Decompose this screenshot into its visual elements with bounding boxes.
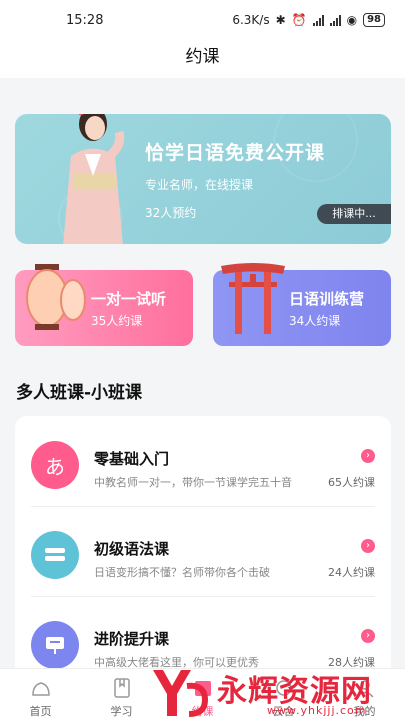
tab-label: 首页 — [29, 705, 52, 718]
bookmark-icon — [113, 678, 130, 698]
course-item[interactable]: 初级语法课 日语变形搞不懂？名师带你各个击破 › 24人约课 — [15, 514, 391, 604]
battery-icon: 98 — [363, 13, 385, 27]
card-count: 35人约课 — [91, 314, 143, 328]
section-title: 多人班课-小班课 — [16, 383, 143, 403]
tab-study[interactable]: 学习 — [81, 669, 162, 720]
book-icon — [31, 531, 79, 579]
course-description: 日语变形搞不懂？名师带你各个击破 — [94, 566, 270, 579]
chevron-right-icon[interactable]: › — [361, 629, 375, 643]
course-count: 65人约课 — [328, 476, 375, 489]
bottom-tab-bar: 首页 学习 约课 云合 我的 — [0, 668, 405, 720]
tab-label: 我的 — [353, 705, 376, 718]
japanese-training-camp-card[interactable]: 日语训练营 34人约课 — [213, 263, 391, 346]
card-count: 34人约课 — [289, 314, 341, 328]
divider — [31, 596, 375, 597]
course-name: 零基础入门 — [94, 450, 170, 468]
banner-title: 恰学日语免费公开课 — [145, 142, 326, 164]
chevron-right-icon[interactable]: › — [361, 449, 375, 463]
status-bar: 15:28 6.3K/s ✱ ⏰ ◉ 98 — [0, 0, 405, 40]
course-description: 中教名师一对一，带你一节课学完五十音 — [94, 476, 292, 489]
course-list: あ 零基础入门 中教名师一对一，带你一节课学完五十音 › 65人约课 初级语法课… — [15, 416, 391, 706]
page-title: 约课 — [0, 40, 405, 78]
lantern-icon — [26, 264, 86, 330]
bluetooth-icon: ✱ — [275, 13, 286, 27]
one-on-one-trial-card[interactable]: 一对一试听 35人约课 — [15, 264, 193, 346]
tab-label: 约课 — [191, 705, 214, 718]
network-speed: 6.3K/s — [232, 13, 270, 27]
course-name: 初级语法课 — [94, 540, 170, 558]
tab-booking[interactable]: 约课 — [162, 669, 243, 720]
kimono-girl-illustration — [63, 114, 125, 244]
banner-subtitle: 专业名师，在线授课 — [145, 178, 254, 192]
presentation-board-icon — [31, 621, 79, 669]
status-time: 15:28 — [66, 12, 104, 28]
wifi-icon: ◉ — [346, 13, 358, 27]
home-icon — [31, 682, 50, 696]
divider — [31, 506, 375, 507]
card-title: 一对一试听 — [91, 290, 167, 308]
chevron-right-icon[interactable]: › — [361, 539, 375, 553]
card-title: 日语训练营 — [289, 290, 365, 308]
schedule-status-badge: 排课中... — [317, 204, 391, 224]
tab-label: 学习 — [110, 705, 133, 718]
course-name: 进阶提升课 — [94, 630, 170, 648]
torii-gate-icon — [221, 263, 285, 334]
tab-cloud[interactable]: 云合 — [243, 669, 324, 720]
user-icon — [355, 680, 374, 698]
course-item[interactable]: あ 零基础入门 中教名师一对一，带你一节课学完五十音 › 65人约课 — [15, 424, 391, 514]
tab-profile[interactable]: 我的 — [324, 669, 405, 720]
course-count: 24人约课 — [328, 566, 375, 579]
cloud-icon — [275, 680, 292, 696]
alarm-icon: ⏰ — [291, 13, 307, 27]
calendar-icon — [194, 681, 211, 696]
status-icons: 6.3K/s ✱ ⏰ ◉ 98 — [232, 13, 385, 27]
tab-label: 云合 — [272, 705, 295, 718]
promo-banner[interactable]: 恰学日语免费公开课 专业名师，在线授课 32人预约 排课中... — [15, 114, 391, 244]
signal-icon-2 — [329, 14, 341, 26]
hiragana-a-icon: あ — [31, 441, 79, 489]
tab-home[interactable]: 首页 — [0, 669, 81, 720]
banner-reservation-count: 32人预约 — [145, 206, 197, 220]
signal-icon — [312, 14, 324, 26]
